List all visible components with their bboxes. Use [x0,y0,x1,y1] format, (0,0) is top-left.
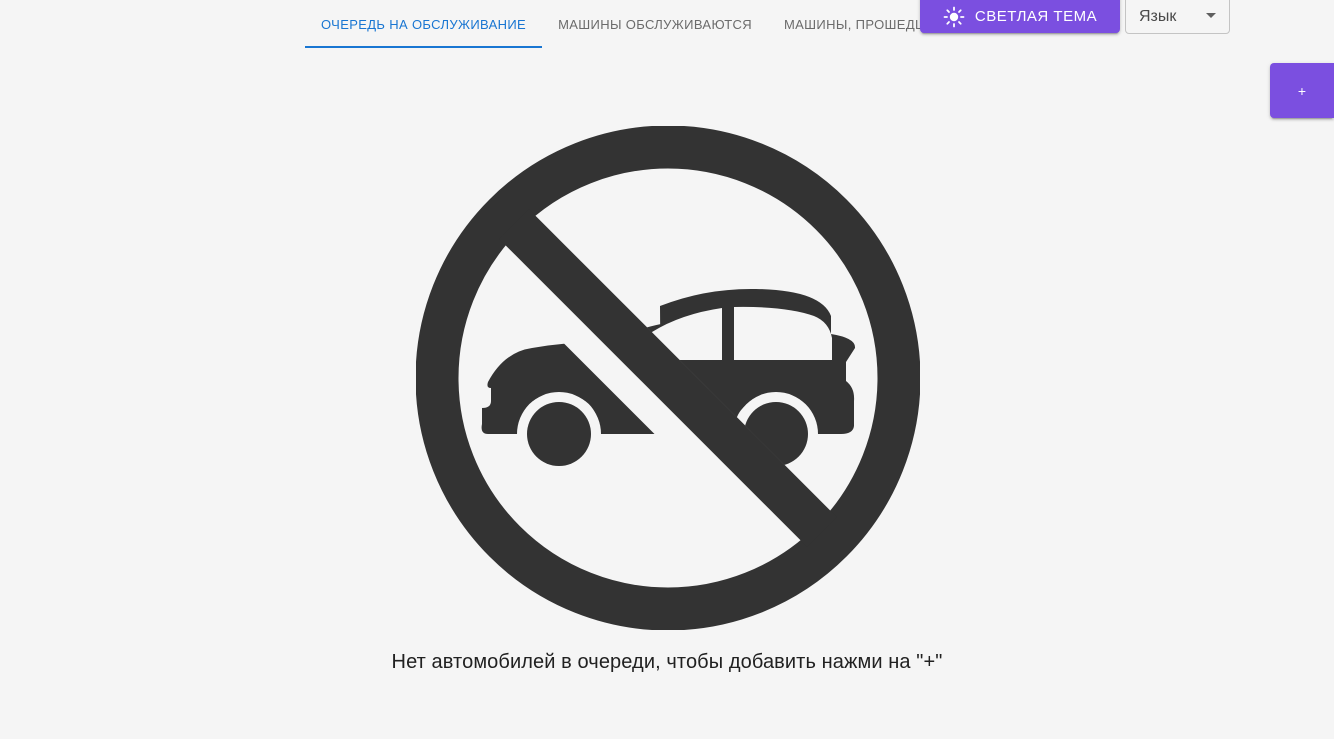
add-car-button[interactable]: + [1270,63,1334,118]
empty-queue-message: Нет автомобилей в очереди, чтобы добавит… [391,651,943,673]
tab-cars-serviced[interactable]: Машины, прошедшие обслуживание [768,0,920,48]
theme-toggle-button[interactable]: Светлая тема [920,0,1120,33]
tab-bar: Очередь на обслуживание Машины обслужива… [305,0,920,48]
tab-service-queue[interactable]: Очередь на обслуживание [305,0,543,48]
language-select-value: Язык [1139,8,1177,25]
caret-down-icon [1206,13,1216,18]
language-select[interactable]: Язык [1125,0,1230,34]
app-root: Очередь на обслуживание Машины обслужива… [0,0,1334,739]
no-car-icon [415,125,921,631]
tab-cars-in-service[interactable]: Машины обслуживаются [542,0,768,48]
sun-icon [943,6,965,28]
theme-toggle-label: Светлая тема [974,8,1098,25]
